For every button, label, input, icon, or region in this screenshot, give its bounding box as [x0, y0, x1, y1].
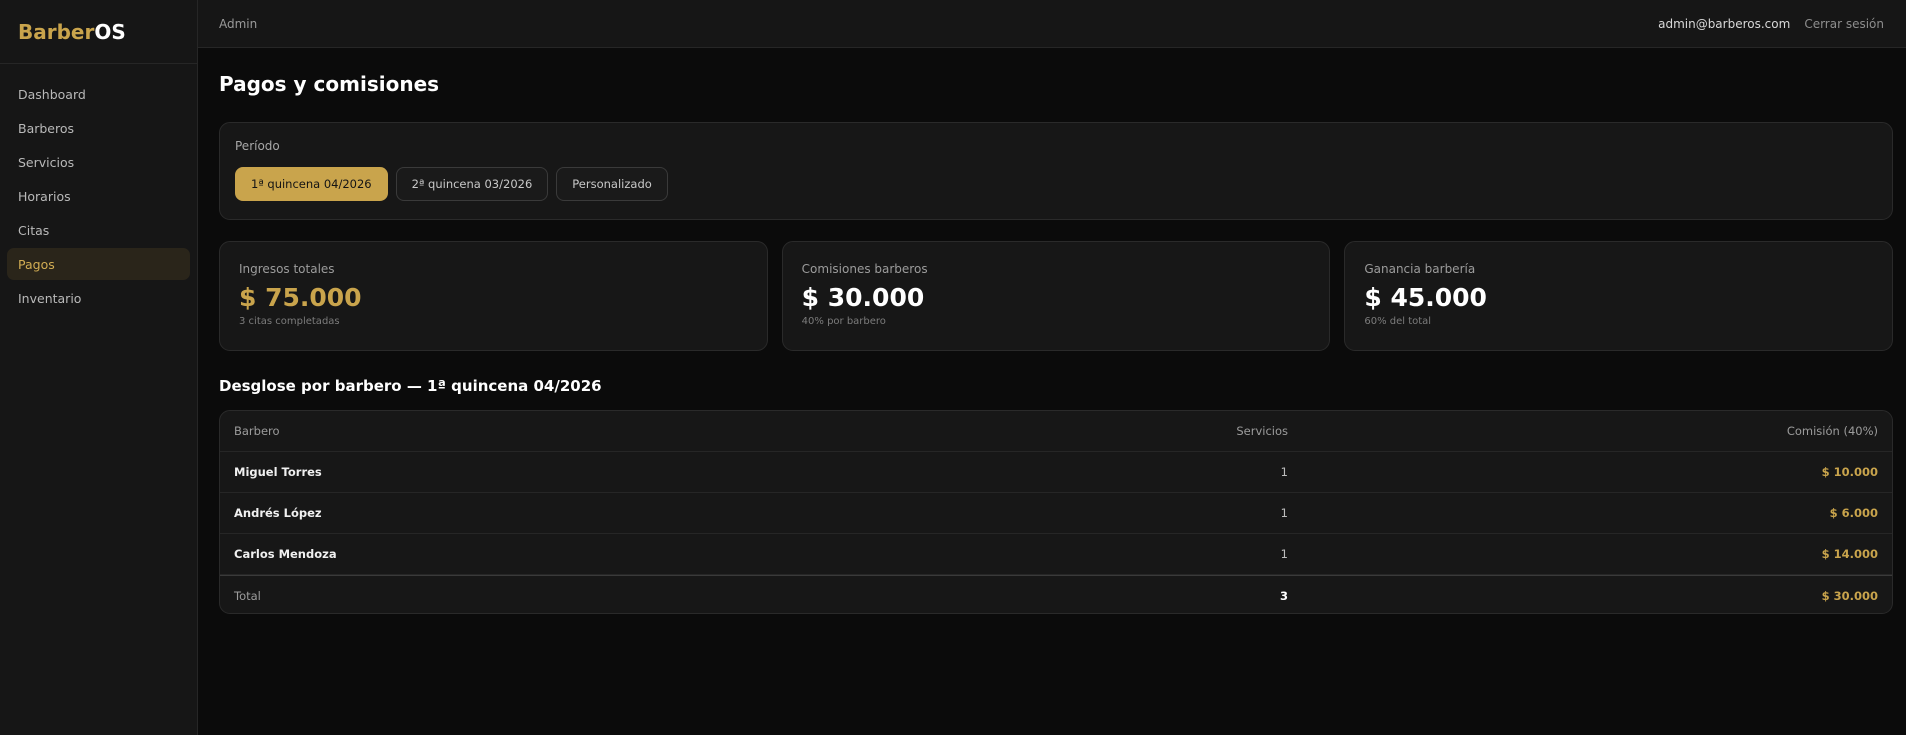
top-bar-user-area: admin@barberos.com Cerrar sesión	[1658, 17, 1884, 31]
top-bar: Admin admin@barberos.com Cerrar sesión	[198, 0, 1906, 48]
stat-value: $ 30.000	[801, 283, 925, 312]
brand-name-part2: OS	[94, 19, 126, 44]
commission-amount: $ 14.000	[1821, 547, 1878, 561]
total-services: 3	[1279, 589, 1288, 603]
barber-name: Carlos Mendoza	[234, 547, 337, 561]
stat-subtext: 60% del total	[1364, 316, 1432, 327]
stat-subtext: 40% por barbero	[801, 316, 886, 327]
brand-name-part1: Barber	[18, 19, 95, 44]
sidebar: Barber OS Dashboard Barberos Servicios Ho…	[0, 0, 198, 735]
period-option-1a-quincena-04-2026[interactable]: 1ª quincena 04/2026	[235, 167, 388, 201]
user-role-label: Admin	[219, 16, 258, 31]
period-option-personalizado[interactable]: Personalizado	[556, 167, 668, 201]
period-label: Período	[235, 139, 280, 153]
table-total-row: Total 3 $ 30.000	[220, 575, 1892, 613]
sidebar-item-servicios[interactable]: Servicios	[7, 146, 190, 178]
stat-value: $ 75.000	[239, 283, 362, 312]
stat-label: Ganancia barbería	[1364, 262, 1476, 276]
barber-name: Andrés López	[234, 506, 322, 520]
stat-subtext: 3 citas completadas	[239, 316, 340, 327]
table-row: Carlos Mendoza 1 $ 14.000	[220, 534, 1892, 575]
sidebar-item-barberos[interactable]: Barberos	[7, 112, 190, 144]
logout-link[interactable]: Cerrar sesión	[1804, 17, 1884, 31]
stat-card-comisiones: Comisiones barberos $ 30.000 40% por bar…	[781, 241, 1331, 351]
table-header-row: Barbero Servicios Comisión (40%)	[220, 411, 1892, 452]
page-title: Pagos y comisiones	[219, 72, 440, 96]
services-count: 1	[1280, 547, 1288, 561]
commission-amount: $ 10.000	[1821, 465, 1878, 479]
breakdown-table: Barbero Servicios Comisión (40%) Miguel …	[219, 410, 1893, 614]
stat-card-ganancia: Ganancia barbería $ 45.000 60% del total	[1344, 241, 1894, 351]
column-header-servicios: Servicios	[1236, 424, 1288, 438]
stat-label: Ingresos totales	[239, 262, 335, 276]
total-commission: $ 30.000	[1821, 589, 1878, 603]
barber-name: Miguel Torres	[234, 465, 322, 479]
column-header-barbero: Barbero	[234, 424, 280, 438]
sidebar-nav: Dashboard Barberos Servicios Horarios Ci…	[0, 64, 197, 314]
sidebar-item-dashboard[interactable]: Dashboard	[7, 78, 190, 110]
column-header-comision: Comisión (40%)	[1786, 424, 1878, 438]
table-row: Miguel Torres 1 $ 10.000	[220, 452, 1892, 493]
period-selector-panel: Período 1ª quincena 04/2026 2ª quincena …	[219, 122, 1893, 220]
sidebar-item-citas[interactable]: Citas	[7, 214, 190, 246]
main-content: Pagos y comisiones Período 1ª quincena 0…	[219, 48, 1894, 614]
total-label: Total	[234, 589, 261, 603]
sidebar-item-horarios[interactable]: Horarios	[7, 180, 190, 212]
services-count: 1	[1280, 506, 1288, 520]
sidebar-item-pagos[interactable]: Pagos	[7, 248, 190, 280]
services-count: 1	[1280, 465, 1288, 479]
table-row: Andrés López 1 $ 6.000	[220, 493, 1892, 534]
stats-cards: Ingresos totales $ 75.000 3 citas comple…	[219, 241, 1894, 351]
commission-amount: $ 6.000	[1829, 506, 1878, 520]
breakdown-title: Desglose por barbero — 1ª quincena 04/20…	[219, 377, 602, 395]
stat-label: Comisiones barberos	[801, 262, 928, 276]
period-option-2a-quincena-03-2026[interactable]: 2ª quincena 03/2026	[395, 167, 549, 201]
user-email: admin@barberos.com	[1658, 16, 1791, 31]
sidebar-item-inventario[interactable]: Inventario	[7, 282, 190, 314]
stat-value: $ 45.000	[1364, 283, 1487, 312]
stat-card-ingresos: Ingresos totales $ 75.000 3 citas comple…	[219, 241, 768, 351]
brand-logo[interactable]: Barber OS	[0, 0, 197, 64]
period-options: 1ª quincena 04/2026 2ª quincena 03/2026 …	[235, 167, 1877, 201]
